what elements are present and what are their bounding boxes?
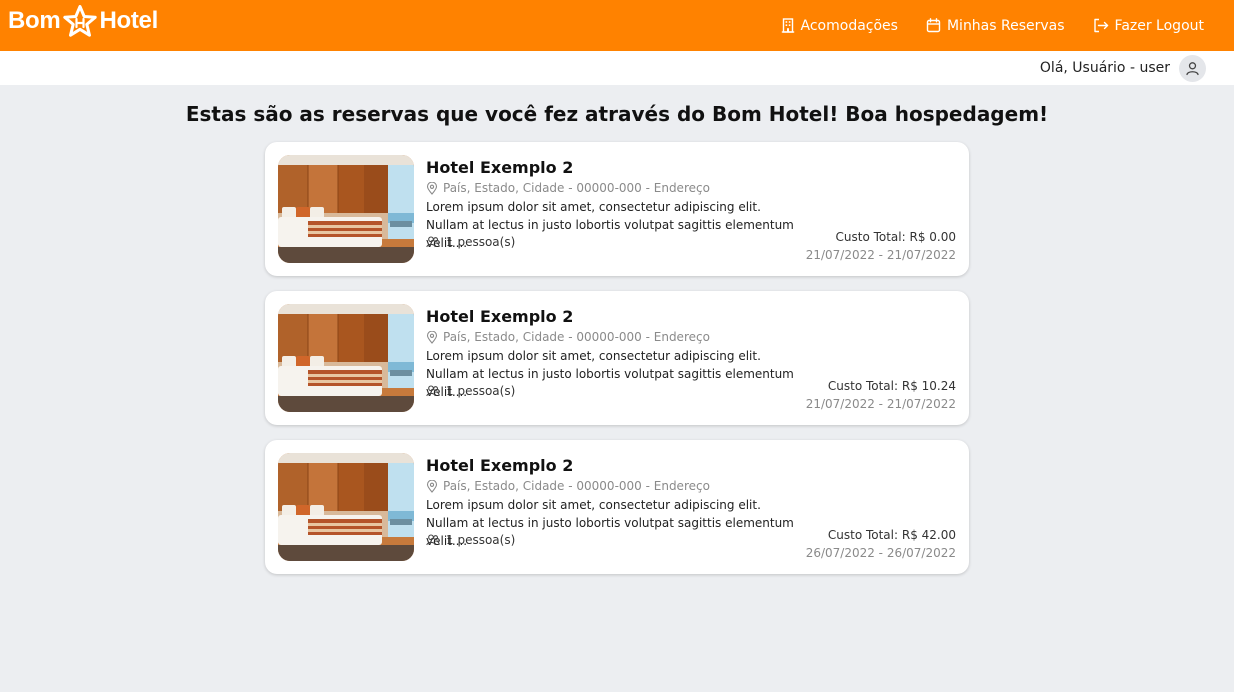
hotel-guests-text: 1 pessoa(s) — [446, 533, 516, 547]
avatar[interactable] — [1179, 55, 1206, 82]
hotel-name: Hotel Exemplo 2 — [426, 307, 574, 326]
hotel-address: País, Estado, Cidade - 00000-000 - Ender… — [426, 181, 710, 195]
people-icon — [426, 385, 440, 397]
hotel-guests: 1 pessoa(s) — [426, 533, 515, 547]
people-icon — [426, 534, 440, 546]
user-bar: Olá, Usuário - user — [0, 51, 1234, 85]
nav-item-accommodations[interactable]: Acomodações — [781, 18, 898, 34]
hotel-guests: 1 pessoa(s) — [426, 235, 515, 249]
hotel-address-text: País, Estado, Cidade - 00000-000 - Ender… — [443, 181, 710, 195]
hotel-address-text: País, Estado, Cidade - 00000-000 - Ender… — [443, 330, 710, 344]
logout-icon — [1093, 18, 1108, 33]
nav-item-label: Acomodações — [800, 17, 898, 34]
user-icon — [1186, 62, 1199, 76]
nav-item-label: Minhas Reservas — [946, 17, 1065, 34]
hotel-image — [278, 155, 414, 263]
stay-dates: 21/07/2022 - 21/07/2022 — [805, 248, 956, 262]
reservation-card[interactable]: Hotel Exemplo 2 País, Estado, Cidade - 0… — [265, 142, 969, 276]
hotel-image — [278, 304, 414, 412]
hotel-address: País, Estado, Cidade - 00000-000 - Ender… — [426, 479, 710, 493]
nav-item-label: Fazer Logout — [1114, 17, 1204, 34]
top-navbar: Bom Hotel Acomodações Minhas Reservas Fa… — [0, 0, 1234, 51]
reservation-card[interactable]: Hotel Exemplo 2 País, Estado, Cidade - 0… — [265, 291, 969, 425]
total-cost: Custo Total: R$ 10.24 — [827, 379, 956, 393]
hotel-name: Hotel Exemplo 2 — [426, 158, 574, 177]
brand-word-1: Bom — [8, 7, 61, 34]
hotel-address-text: País, Estado, Cidade - 00000-000 - Ender… — [443, 479, 710, 493]
user-greeting: Olá, Usuário - user — [1039, 60, 1170, 76]
nav-links: Acomodações Minhas Reservas Fazer Logout — [781, 0, 1204, 51]
people-icon — [426, 236, 440, 248]
hotel-guests-text: 1 pessoa(s) — [446, 384, 516, 398]
location-pin-icon — [426, 181, 438, 195]
nav-item-my-reservations[interactable]: Minhas Reservas — [926, 18, 1065, 34]
location-pin-icon — [426, 330, 438, 344]
building-icon — [781, 18, 794, 33]
total-cost: Custo Total: R$ 42.00 — [827, 528, 956, 542]
stay-dates: 26/07/2022 - 26/07/2022 — [805, 546, 956, 560]
total-cost: Custo Total: R$ 0.00 — [835, 230, 957, 244]
star-icon — [63, 5, 98, 37]
reservation-card[interactable]: Hotel Exemplo 2 País, Estado, Cidade - 0… — [265, 440, 969, 574]
calendar-icon — [926, 18, 941, 33]
brand-word-2: Hotel — [99, 7, 158, 34]
stay-dates: 21/07/2022 - 21/07/2022 — [805, 397, 956, 411]
hotel-name: Hotel Exemplo 2 — [426, 456, 574, 475]
hotel-guests: 1 pessoa(s) — [426, 384, 515, 398]
page-title: Estas são as reservas que você fez atrav… — [185, 102, 1049, 126]
location-pin-icon — [426, 479, 438, 493]
hotel-address: País, Estado, Cidade - 00000-000 - Ender… — [426, 330, 710, 344]
hotel-image — [278, 453, 414, 561]
brand-logo[interactable]: Bom Hotel — [8, 5, 158, 37]
hotel-guests-text: 1 pessoa(s) — [446, 235, 516, 249]
nav-item-logout[interactable]: Fazer Logout — [1093, 18, 1204, 34]
